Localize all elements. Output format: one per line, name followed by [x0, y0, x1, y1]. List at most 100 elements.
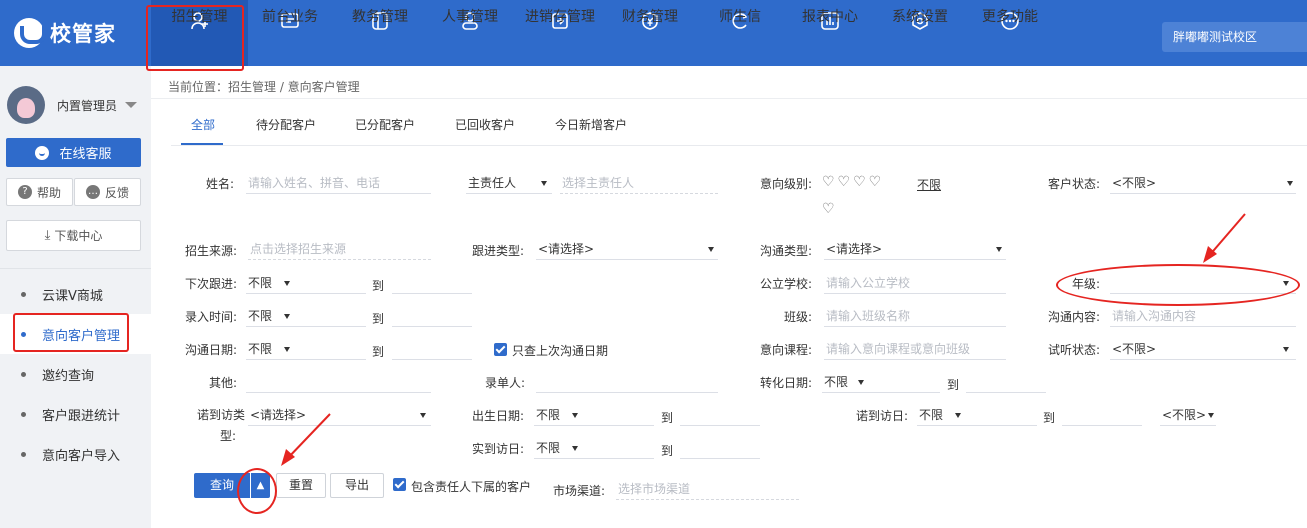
chevron-down-icon — [541, 181, 547, 186]
intent-course-input[interactable]: 请输入意向课程或意向班级 — [824, 338, 1006, 360]
last-comm-checkbox[interactable] — [494, 343, 507, 356]
actual-visit-label: 实到访日: — [472, 442, 525, 456]
class-label: 班级: — [784, 310, 813, 324]
nav-more[interactable]: 更多功能 — [968, 0, 1052, 66]
name-input[interactable]: 请输入姓名、拼音、电话 — [246, 172, 431, 194]
nav-inventory[interactable]: 进销存管理 — [518, 0, 602, 66]
question-icon: ? — [17, 185, 32, 199]
nav-academic[interactable]: 教务管理 — [338, 0, 422, 66]
sidebar-item-invite-query[interactable]: 邀约查询 — [0, 354, 151, 394]
bullet-icon — [21, 291, 26, 297]
source-input[interactable]: 点击选择招生来源 — [248, 238, 431, 260]
chevron-down-icon — [284, 347, 290, 352]
visit-type-select[interactable]: <请选择> — [248, 404, 431, 426]
public-school-input[interactable]: 请输入公立学校 — [824, 272, 1006, 294]
chevron-down-icon — [1208, 413, 1214, 418]
entry-time-range-select[interactable]: 不限 — [246, 305, 366, 327]
tab-assigned[interactable]: 已分配客户 — [355, 116, 415, 133]
nav-label: 人事管理 — [442, 9, 498, 25]
bullet-icon — [21, 451, 26, 457]
other-input[interactable] — [246, 371, 431, 393]
sidebar-item-follow-stats[interactable]: 客户跟进统计 — [0, 394, 151, 434]
chevron-down-icon — [955, 413, 961, 418]
online-service-button[interactable]: 在线客服 — [6, 138, 141, 167]
convert-date-label: 转化日期: — [760, 376, 813, 390]
to-label: 到 — [372, 312, 385, 326]
to-label: 到 — [661, 444, 674, 458]
convert-date-range-select[interactable]: 不限 — [822, 371, 940, 393]
nav-label: 财务管理 — [622, 9, 678, 25]
channel-label: 市场渠道: — [553, 484, 606, 498]
nav-teacher-student[interactable]: 师生信 — [698, 0, 782, 66]
intent-course-label: 意向课程: — [760, 343, 813, 357]
visit-type-label-wrap: 型: — [220, 429, 237, 443]
tab-unassigned[interactable]: 待分配客户 — [256, 116, 316, 133]
chevron-down-icon — [996, 247, 1002, 252]
logo-icon — [14, 18, 46, 48]
nav-label: 教务管理 — [352, 9, 408, 25]
birth-date-label: 出生日期: — [472, 409, 525, 423]
next-follow-end-input[interactable] — [392, 272, 472, 294]
sidebar-item-import[interactable]: 意向客户导入 — [0, 434, 151, 474]
feedback-button[interactable]: … 反馈 — [74, 178, 141, 206]
actual-visit-end-input[interactable] — [680, 437, 760, 459]
chevron-down-icon — [572, 446, 578, 451]
sidebar-item-label: 客户跟进统计 — [42, 408, 121, 424]
owner-type-select[interactable]: 主责任人 — [466, 172, 552, 194]
intent-level-label: 意向级别: — [760, 177, 813, 191]
tab-today-new[interactable]: 今日新增客户 — [555, 116, 627, 133]
school-selector[interactable]: 胖嘟嘟测试校区 — [1162, 22, 1307, 52]
app-logo[interactable]: 校管家 — [14, 18, 116, 48]
follow-type-select[interactable]: <请选择> — [536, 238, 718, 260]
next-follow-range-select[interactable]: 不限 — [246, 272, 366, 294]
birth-date-range-select[interactable]: 不限 — [534, 404, 654, 426]
promise-visit-range-select[interactable]: 不限 — [917, 404, 1037, 426]
chevron-down-icon — [1283, 347, 1289, 352]
reset-button[interactable]: 重置 — [276, 473, 326, 498]
comm-type-select[interactable]: <请选择> — [824, 238, 1006, 260]
trial-status-select[interactable]: <不限> — [1110, 338, 1296, 360]
include-sub-checkbox[interactable] — [393, 478, 406, 491]
convert-date-end-input[interactable] — [966, 371, 1046, 393]
help-button[interactable]: ? 帮助 — [6, 178, 73, 206]
customer-status-label: 客户状态: — [1048, 177, 1101, 191]
chevron-down-icon — [572, 413, 578, 418]
avatar[interactable] — [7, 86, 45, 124]
comm-content-input[interactable]: 请输入沟通内容 — [1110, 305, 1296, 327]
sidebar-item-vmall[interactable]: 云课V商城 — [0, 274, 151, 314]
highlight-box — [13, 313, 129, 352]
nav-finance[interactable]: 财务管理 — [608, 0, 692, 66]
export-button[interactable]: 导出 — [330, 473, 384, 498]
tab-all[interactable]: 全部 — [191, 116, 215, 133]
comm-date-end-input[interactable] — [392, 338, 472, 360]
class-input[interactable]: 请输入班级名称 — [824, 305, 1006, 327]
nav-hr[interactable]: 人事管理 — [428, 0, 512, 66]
chevron-down-icon — [420, 413, 426, 418]
other-label: 其他: — [209, 376, 238, 390]
last-comm-label: 只查上次沟通日期 — [512, 344, 609, 358]
customer-status-select[interactable]: <不限> — [1110, 172, 1296, 194]
heart-rating-icon[interactable]: ♡♡♡♡ — [822, 174, 884, 190]
promise-visit-end-input[interactable] — [1062, 404, 1142, 426]
nav-settings[interactable]: 系统设置 — [878, 0, 962, 66]
owner-input[interactable]: 选择主责任人 — [560, 172, 718, 194]
tab-recycled[interactable]: 已回收客户 — [455, 116, 515, 133]
nav-reports[interactable]: 报表中心 — [788, 0, 872, 66]
recorder-input[interactable] — [536, 371, 718, 393]
birth-date-end-input[interactable] — [680, 404, 760, 426]
intent-unlimited-link[interactable]: 不限 — [917, 176, 941, 193]
entry-time-label: 录入时间: — [185, 310, 238, 324]
user-name[interactable]: 内置管理员 — [57, 97, 117, 114]
to-label: 到 — [1043, 411, 1056, 425]
nav-front-desk[interactable]: 前台业务 — [248, 0, 332, 66]
comm-date-range-select[interactable]: 不限 — [246, 338, 366, 360]
heart-icon[interactable]: ♡ — [822, 201, 838, 217]
actual-visit-range-select[interactable]: 不限 — [534, 437, 654, 459]
chevron-down-icon — [1287, 181, 1293, 186]
feedback-label: 反馈 — [104, 185, 129, 200]
entry-time-end-input[interactable] — [392, 305, 472, 327]
download-center-button[interactable]: ⤓ 下载中心 — [6, 220, 141, 251]
name-label: 姓名: — [206, 177, 235, 191]
chevron-down-icon[interactable] — [125, 102, 137, 108]
channel-input[interactable]: 选择市场渠道 — [616, 478, 799, 500]
